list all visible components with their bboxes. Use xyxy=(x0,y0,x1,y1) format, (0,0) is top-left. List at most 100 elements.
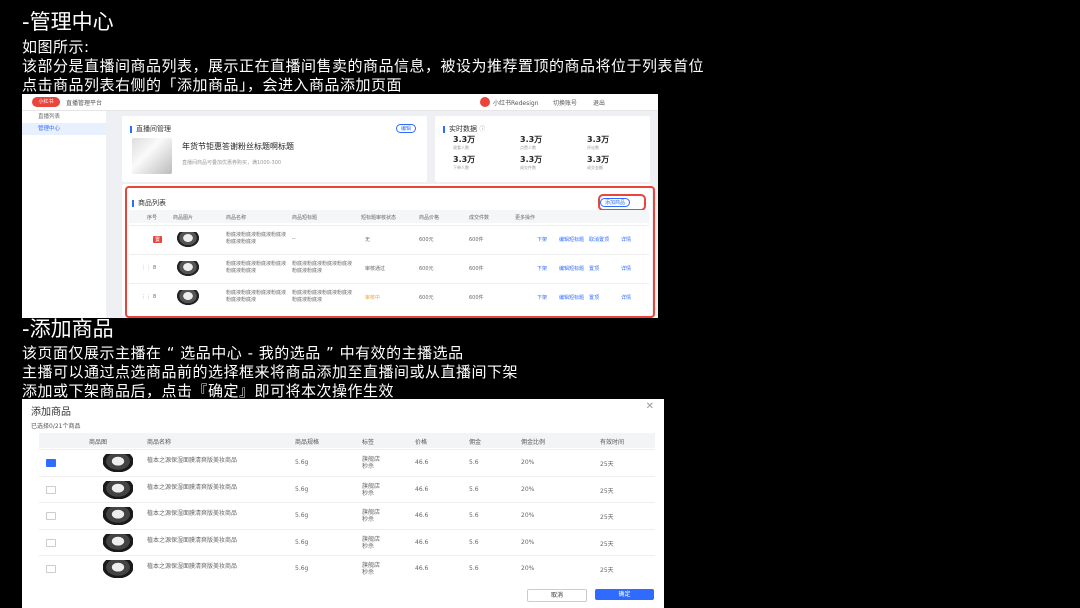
desc-line: 如图所示: xyxy=(22,38,90,56)
valid-time: 25天 xyxy=(600,540,614,548)
product-tag: 旗舰店秒杀 xyxy=(362,535,381,550)
row-action-link[interactable]: 详情 xyxy=(621,236,631,243)
product-name: 植本之源保湿面膜清爽版美妆商品 xyxy=(147,457,238,464)
table-row: ⋮⋮ 8 粉底液粉底液粉底液粉底液粉底液粉底液 粉底液粉底液粉底液粉底液粉底液粉底液 审… xyxy=(129,254,649,283)
short-title: 粉底液粉底液粉底液粉底液粉底液粉底液 xyxy=(292,290,353,303)
row-action-link[interactable]: 置顶 xyxy=(589,294,599,301)
stat-label: 成交金额 xyxy=(587,165,603,170)
product-image xyxy=(103,454,133,472)
stat-label: 成交件数 xyxy=(520,165,536,170)
close-icon[interactable]: ✕ xyxy=(646,401,654,412)
commission: 5.6 xyxy=(469,485,479,493)
column-header: 商品价格 xyxy=(419,215,440,221)
commission: 5.6 xyxy=(469,565,479,572)
live-desc: 直播间商品可叠加优惠券购买，满1000-300 xyxy=(182,160,282,166)
sold-count: 600件 xyxy=(469,237,484,243)
commission: 5.6 xyxy=(469,459,479,466)
drag-handle-icon[interactable]: ⋮⋮ xyxy=(141,294,151,300)
row-checkbox[interactable] xyxy=(46,565,56,573)
table-row: 植本之源保湿面膜清爽版美妆商品 5.6g 旗舰店秒杀 46.6 5.6 20% 25天 xyxy=(39,449,655,476)
user-name: 小红书Redesign xyxy=(493,100,539,107)
review-status: 审核中 xyxy=(365,295,381,301)
switch-account-link[interactable]: 切换账号 xyxy=(553,98,577,107)
product-list-title: 商品列表 xyxy=(138,199,166,207)
sidebar: 直播列表 管理中心 xyxy=(22,111,106,318)
product-name: 粉底液粉底液粉底液粉底液粉底液粉底液 xyxy=(226,261,287,274)
valid-time: 25天 xyxy=(600,567,614,574)
commission: 5.6 xyxy=(469,512,479,519)
stat-label: 观看人数 xyxy=(453,145,469,150)
column-header: 佣金比例 xyxy=(521,439,546,446)
product-name: 植本之源保湿面膜清爽版美妆商品 xyxy=(147,563,238,570)
sold-count: 600件 xyxy=(469,266,484,272)
product-price: 46.6 xyxy=(415,459,429,466)
stat-value: 3.3万 xyxy=(520,135,543,144)
commission-ratio: 20% xyxy=(521,459,535,466)
column-header: 商品图 xyxy=(89,439,108,446)
sidebar-item-live-list[interactable]: 直播列表 xyxy=(22,111,106,123)
table-row: ⋮⋮ 8 粉底液粉底液粉底液粉底液粉底液粉底液 粉底液粉底液粉底液粉底液粉底液粉底液 审… xyxy=(129,283,649,312)
confirm-button[interactable]: 确定 xyxy=(595,589,654,600)
product-price: 600元 xyxy=(419,295,434,301)
platform-name: 直播管理平台 xyxy=(66,100,103,107)
stat-value: 3.3万 xyxy=(453,155,476,164)
row-action-link[interactable]: 置顶 xyxy=(589,265,599,272)
product-image xyxy=(103,507,133,525)
stats-card-title: 实时数据 xyxy=(449,125,477,133)
row-action-link[interactable]: 编辑短标题 xyxy=(559,265,584,272)
app-logo: 小红书 xyxy=(32,97,60,107)
row-checkbox[interactable] xyxy=(46,459,56,467)
commission-ratio: 20% xyxy=(521,485,535,493)
pin-badge: 置 xyxy=(153,236,163,243)
product-name: 植本之源保湿面膜清爽版美妆商品 xyxy=(147,510,238,517)
row-action-link[interactable]: 编辑短标题 xyxy=(559,294,584,301)
row-checkbox[interactable] xyxy=(46,538,56,547)
row-action-link[interactable]: 详情 xyxy=(621,294,631,301)
row-index: 8 xyxy=(153,265,157,271)
stat-value: 3.3万 xyxy=(520,155,543,164)
table-row: 植本之源保湿面膜清爽版美妆商品 5.6g 旗舰店秒杀 46.6 5.6 20% 25天 xyxy=(39,502,655,529)
product-image xyxy=(177,232,199,247)
row-checkbox[interactable] xyxy=(46,485,56,494)
product-name: 植本之源保湿面膜清爽版美妆商品 xyxy=(147,536,238,544)
product-spec: 5.6g xyxy=(295,512,309,519)
live-title: 年货节钜惠答谢粉丝标题啊标题 xyxy=(182,142,294,151)
commission: 5.6 xyxy=(469,538,479,546)
row-action-link[interactable]: 下架 xyxy=(537,294,547,301)
row-action-link[interactable]: 编辑短标题 xyxy=(559,236,584,243)
selected-count: 已选择0/21个商品 xyxy=(31,423,81,430)
product-table-header: 序号 商品图片 商品名称 商品短标题 短标题审核状态 商品价格 成交件数 更多操作 xyxy=(129,210,649,223)
product-price: 600元 xyxy=(419,237,434,243)
live-cover-image xyxy=(132,138,172,174)
section-heading-management: -管理中心 xyxy=(22,10,114,34)
row-checkbox[interactable] xyxy=(46,512,56,520)
column-header: 有效时间 xyxy=(600,439,625,446)
row-action-link[interactable]: 取消置顶 xyxy=(589,236,609,243)
desc-line: 添加或下架商品后，点击『确定』即可将本次操作生效 xyxy=(22,382,395,400)
drag-handle-icon[interactable]: ⋮⋮ xyxy=(141,265,151,271)
cancel-button[interactable]: 取消 xyxy=(527,589,587,602)
row-action-link[interactable]: 下架 xyxy=(537,265,547,272)
product-spec: 5.6g xyxy=(295,459,309,466)
modal-table-header: 商品图 商品名称 商品规格 标签 价格 佣金 佣金比例 有效时间 xyxy=(39,433,655,448)
edit-button[interactable]: 编辑 xyxy=(396,124,417,133)
add-product-modal: 添加商品 ✕ 已选择0/21个商品 商品图 商品名称 商品规格 标签 价格 佣金 佣金比例 有… xyxy=(22,399,664,608)
short-title: 粉底液粉底液粉底液粉底液粉底液粉底液 xyxy=(292,261,353,274)
commission-ratio: 20% xyxy=(521,512,535,519)
product-spec: 5.6g xyxy=(295,538,309,546)
valid-time: 25天 xyxy=(600,487,614,495)
stats-card: 实时数据 ⓘ 3.3万 观看人数 3.3万 点赞人数 3.3万 评论数 3.3万 下单人数 3.… xyxy=(435,116,650,182)
add-button-highlight xyxy=(598,194,646,211)
product-image xyxy=(177,290,199,305)
sidebar-item-management[interactable]: 管理中心 xyxy=(22,123,106,135)
logout-link[interactable]: 退出 xyxy=(593,98,605,107)
product-price: 600元 xyxy=(419,266,434,272)
product-price: 46.6 xyxy=(415,565,429,572)
row-action-link[interactable]: 详情 xyxy=(621,265,631,272)
column-header: 商品名称 xyxy=(147,439,172,446)
valid-time: 25天 xyxy=(600,514,614,521)
section-heading-add-product: -添加商品 xyxy=(22,317,114,341)
stat-label: 评论数 xyxy=(587,145,599,150)
desc-line: 该页面仅展示主播在 “ 选品中心 - 我的选品 ” 中有效的主播选品 xyxy=(22,344,464,362)
row-action-link[interactable]: 下架 xyxy=(537,236,547,243)
